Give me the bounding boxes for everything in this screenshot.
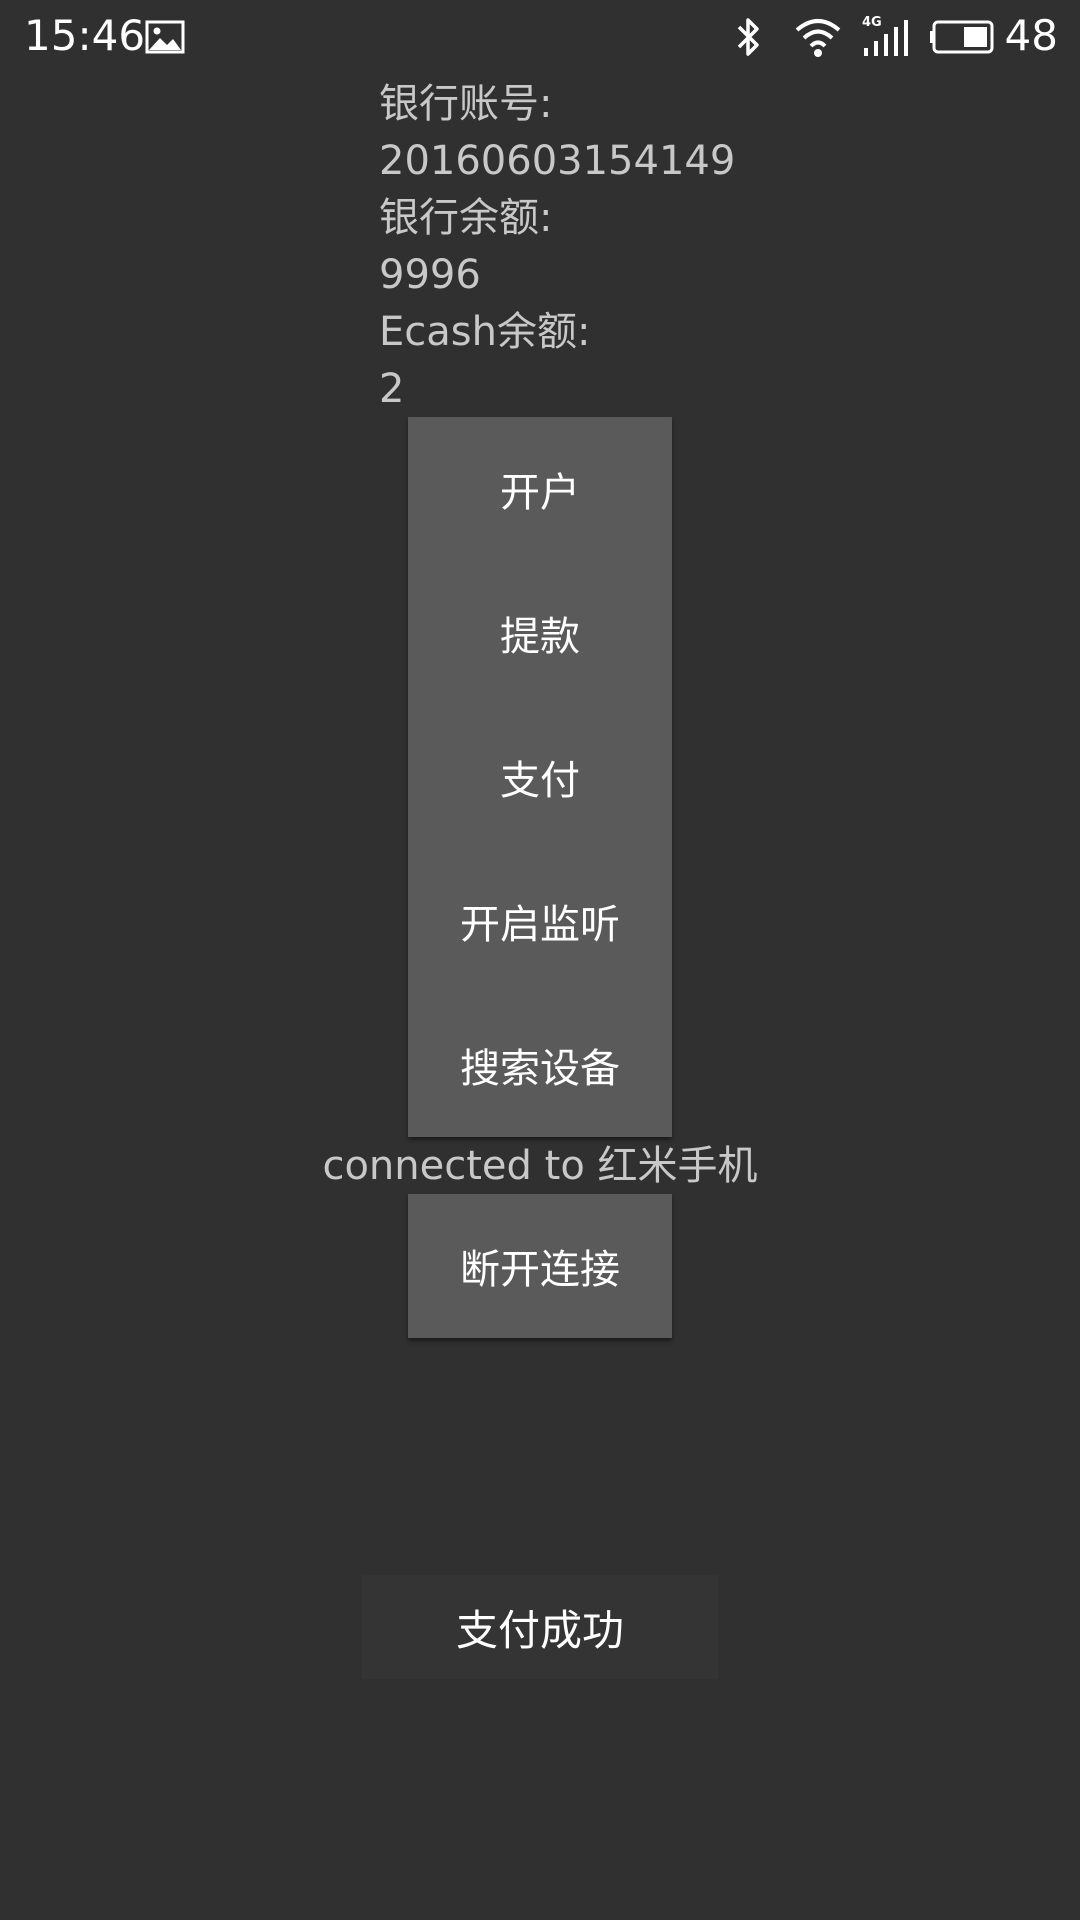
- signal-icon: 4G: [862, 16, 916, 58]
- battery-icon: [930, 20, 994, 54]
- search-devices-button[interactable]: 搜索设备: [408, 993, 672, 1137]
- status-bar: 15:46 4G 48: [0, 0, 1080, 75]
- withdraw-button[interactable]: 提款: [408, 561, 672, 705]
- status-time: 15:46: [24, 11, 146, 60]
- ecash-balance-value: 2: [379, 366, 405, 412]
- bank-balance-label: 银行余额:: [379, 195, 553, 241]
- pay-button[interactable]: 支付: [408, 705, 672, 849]
- open-account-button[interactable]: 开户: [408, 417, 672, 561]
- connection-status: connected to 红米手机: [322, 1143, 758, 1189]
- bank-account-label: 银行账号:: [379, 81, 553, 127]
- action-button-group: 开户 提款 支付 开启监听 搜索设备: [408, 417, 672, 1137]
- battery-level: 48: [1004, 11, 1058, 60]
- image-icon: [145, 20, 185, 54]
- bluetooth-icon: [737, 18, 759, 56]
- ecash-balance-label: Ecash余额:: [379, 309, 591, 355]
- toast-message: 支付成功: [362, 1575, 718, 1679]
- disconnect-button[interactable]: 断开连接: [408, 1194, 672, 1338]
- start-listening-button[interactable]: 开启监听: [408, 849, 672, 993]
- bank-account-value: 20160603154149: [379, 138, 736, 184]
- bank-balance-value: 9996: [379, 252, 481, 298]
- wifi-icon: [795, 19, 841, 57]
